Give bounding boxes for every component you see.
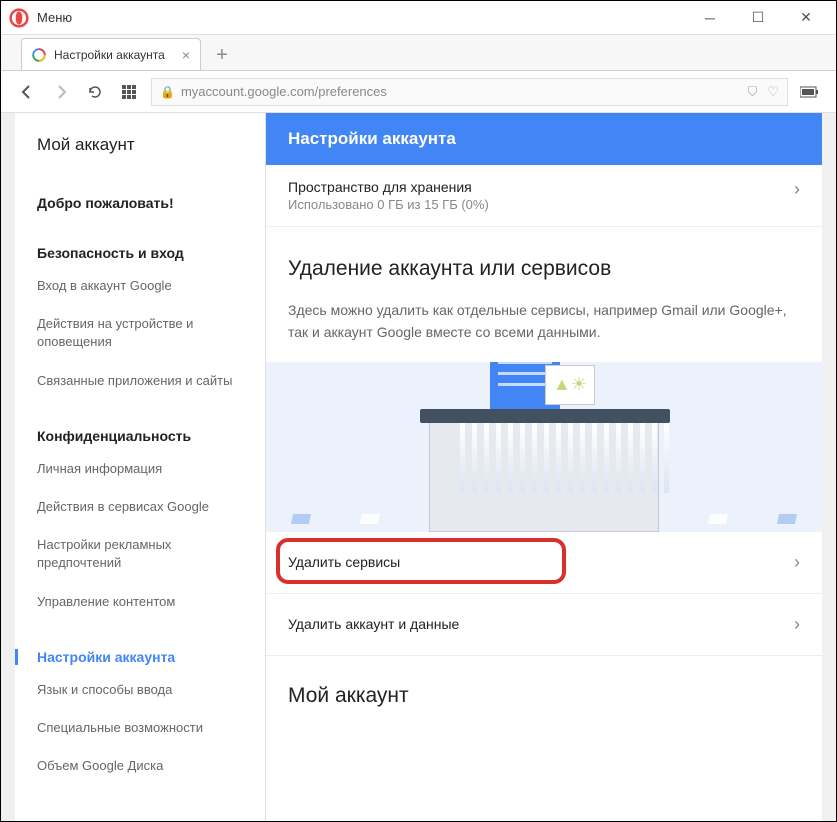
sidebar-item-content[interactable]: Управление контентом (37, 583, 243, 621)
delete-block: Удаление аккаунта или сервисов Здесь мож… (266, 227, 822, 362)
sidebar-settings-head[interactable]: Настройки аккаунта (15, 649, 243, 665)
sidebar-welcome[interactable]: Добро пожаловать! (37, 195, 243, 211)
new-tab-button[interactable]: + (207, 40, 237, 70)
lock-icon: 🔒 (160, 85, 175, 99)
delete-account-option[interactable]: Удалить аккаунт и данные › (266, 594, 822, 656)
browser-tab[interactable]: Настройки аккаунта × (21, 38, 201, 70)
page-scrollbar-left[interactable] (1, 113, 15, 821)
chevron-right-icon: › (794, 614, 800, 635)
forward-button[interactable] (49, 80, 73, 104)
back-button[interactable] (15, 80, 39, 104)
delete-account-label: Удалить аккаунт и данные (288, 616, 459, 632)
sidebar: Мой аккаунт Добро пожаловать! Безопаснос… (15, 113, 265, 821)
sidebar-item-devices[interactable]: Действия на устройстве и оповещения (37, 305, 243, 361)
sidebar-item-activity[interactable]: Действия в сервисах Google (37, 488, 243, 526)
battery-icon[interactable] (798, 80, 822, 104)
speed-dial-button[interactable] (117, 80, 141, 104)
sidebar-item-ads[interactable]: Настройки рекламных предпочтений (37, 526, 243, 582)
tab-close-icon[interactable]: × (172, 47, 190, 63)
sidebar-security-head[interactable]: Безопасность и вход (37, 245, 243, 261)
page-scrollbar-right[interactable] (822, 113, 836, 821)
main-header: Настройки аккаунта (266, 113, 822, 165)
delete-block-title: Удаление аккаунта или сервисов (288, 257, 800, 281)
window-titlebar: Меню ─ ☐ ✕ (1, 1, 836, 35)
sidebar-item-apps[interactable]: Связанные приложения и сайты (37, 362, 243, 400)
reload-button[interactable] (83, 80, 107, 104)
menu-label[interactable]: Меню (37, 10, 72, 25)
address-text: myaccount.google.com/preferences (181, 84, 387, 99)
delete-services-label: Удалить сервисы (288, 554, 400, 570)
tab-title: Настройки аккаунта (54, 48, 165, 62)
sidebar-item-signin[interactable]: Вход в аккаунт Google (37, 267, 243, 305)
my-account-section-title: Мой аккаунт (266, 656, 822, 708)
minimize-button[interactable]: ─ (698, 6, 722, 30)
heart-icon[interactable]: ♡ (767, 84, 779, 100)
navigation-bar: 🔒 myaccount.google.com/preferences ⛉ ♡ (1, 71, 836, 113)
delete-services-option[interactable]: Удалить сервисы › (266, 532, 822, 594)
shield-icon[interactable]: ⛉ (748, 84, 758, 100)
opera-logo-icon (9, 8, 29, 28)
close-button[interactable]: ✕ (794, 6, 818, 30)
shredder-illustration: ▲☀ (266, 362, 822, 532)
chevron-right-icon: › (794, 552, 800, 573)
google-favicon-icon (32, 48, 46, 62)
sidebar-title: Мой аккаунт (15, 135, 265, 177)
address-bar[interactable]: 🔒 myaccount.google.com/preferences ⛉ ♡ (151, 78, 788, 106)
sidebar-item-lang[interactable]: Язык и способы ввода (37, 671, 243, 709)
main-content: Настройки аккаунта Пространство для хран… (265, 113, 822, 821)
maximize-button[interactable]: ☐ (746, 6, 770, 30)
sidebar-privacy-head[interactable]: Конфиденциальность (37, 428, 243, 444)
chevron-right-icon: › (794, 179, 800, 200)
storage-title: Пространство для хранения (288, 179, 794, 195)
storage-row[interactable]: Пространство для хранения Использовано 0… (266, 165, 822, 227)
storage-sub: Использовано 0 ГБ из 15 ГБ (0%) (288, 197, 794, 212)
tab-bar: Настройки аккаунта × + (1, 35, 836, 71)
sidebar-item-access[interactable]: Специальные возможности (37, 709, 243, 747)
delete-block-desc: Здесь можно удалить как отдельные сервис… (288, 299, 800, 344)
sidebar-item-personal[interactable]: Личная информация (37, 450, 243, 488)
sidebar-item-drive[interactable]: Объем Google Диска (37, 747, 243, 785)
